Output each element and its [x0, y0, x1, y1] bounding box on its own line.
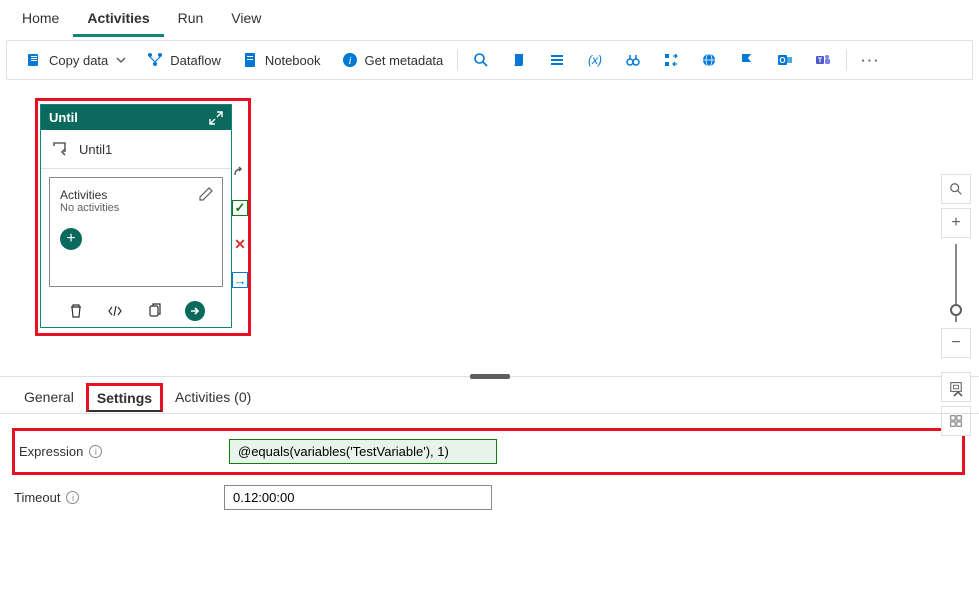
variable-icon: (x): [586, 51, 604, 69]
settings-panel: Expression i Timeout i: [0, 414, 979, 538]
toolbar-separator: [846, 49, 847, 71]
info-circle-icon: i: [341, 51, 359, 69]
pipeline-canvas[interactable]: Until Until1 Activities No activities + …: [0, 82, 979, 377]
activity-name: Until1: [79, 142, 112, 157]
notebook-icon: [241, 51, 259, 69]
web-activity-button[interactable]: [692, 47, 726, 73]
tab-activities-list[interactable]: Activities (0): [163, 381, 263, 413]
failure-handle-icon[interactable]: ✕: [232, 236, 248, 252]
notebook-label: Notebook: [265, 53, 321, 68]
info-icon[interactable]: i: [66, 491, 79, 504]
info-icon[interactable]: i: [89, 445, 102, 458]
connection-handles: ✓ ✕ →: [232, 164, 248, 288]
loop-icon: [51, 140, 69, 158]
activities-sub: No activities: [60, 202, 212, 214]
tab-view[interactable]: View: [217, 4, 275, 37]
activities-container[interactable]: Activities No activities +: [49, 177, 223, 287]
copy-icon[interactable]: [146, 302, 164, 320]
list-activity-button[interactable]: [540, 47, 574, 73]
delete-icon[interactable]: [67, 302, 85, 320]
search-icon: [472, 51, 490, 69]
successencil-handle-icon[interactable]: ✓: [232, 200, 248, 216]
zoom-out-button[interactable]: −: [941, 328, 971, 358]
zoom-slider[interactable]: [955, 244, 957, 322]
get-metadata-button[interactable]: i Get metadata: [333, 47, 452, 73]
search-activity-button[interactable]: [464, 47, 498, 73]
zoom-in-button[interactable]: +: [941, 208, 971, 238]
tab-general[interactable]: General: [12, 381, 86, 413]
script-activity-button[interactable]: [502, 47, 536, 73]
svg-text:i: i: [348, 55, 351, 67]
card-title: Until: [49, 110, 78, 125]
chevron-down-icon: [116, 53, 126, 68]
copy-data-label: Copy data: [49, 53, 108, 68]
teams-icon: T: [814, 51, 832, 69]
variable-activity-button[interactable]: (x): [578, 47, 612, 73]
copy-data-icon: [25, 51, 43, 69]
tab-home[interactable]: Home: [8, 4, 73, 37]
tab-settings[interactable]: Settings: [86, 383, 163, 412]
outlook-icon: O: [776, 51, 794, 69]
top-tab-bar: Home Activities Run View: [0, 0, 979, 38]
toolbar-separator: [457, 49, 458, 71]
run-icon[interactable]: [185, 301, 205, 321]
add-activity-button[interactable]: +: [60, 228, 82, 250]
svg-text:O: O: [780, 56, 786, 65]
svg-text:(x): (x): [588, 53, 602, 67]
timeout-input[interactable]: [224, 485, 492, 510]
teams-activity-button[interactable]: T: [806, 47, 840, 73]
binoculars-icon: [624, 51, 642, 69]
outlook-activity-button[interactable]: O: [768, 47, 802, 73]
expression-row: Expression i: [12, 428, 965, 475]
timeout-label: Timeout i: [14, 490, 224, 505]
list-icon: [548, 51, 566, 69]
dataflow-icon: [146, 51, 164, 69]
dataflow-label: Dataflow: [170, 53, 221, 68]
tab-run[interactable]: Run: [164, 4, 218, 37]
reorder-icon: [662, 51, 680, 69]
card-footer: [41, 295, 231, 327]
activities-toolbar: Copy data Dataflow Notebook i Get metada…: [6, 40, 973, 80]
copy-data-button[interactable]: Copy data: [17, 47, 134, 73]
svg-text:T: T: [818, 58, 823, 65]
edit-icon[interactable]: [198, 186, 214, 202]
card-header[interactable]: Until: [41, 105, 231, 130]
timeout-row: Timeout i: [14, 485, 965, 510]
flag-icon: [738, 51, 756, 69]
lookup-activity-button[interactable]: [616, 47, 650, 73]
collapse-panel-icon[interactable]: [951, 387, 965, 404]
expression-label: Expression i: [19, 444, 229, 459]
globe-icon: [700, 51, 718, 69]
activities-label: Activities: [60, 188, 212, 202]
zoom-slider-thumb[interactable]: [950, 304, 962, 316]
skip-handle-icon[interactable]: [232, 164, 248, 180]
property-panel-tabs: General Settings Activities (0): [0, 377, 979, 414]
notebook-button[interactable]: Notebook: [233, 47, 329, 73]
tab-activities[interactable]: Activities: [73, 4, 163, 37]
expression-input[interactable]: [229, 439, 497, 464]
get-metadata-label: Get metadata: [365, 53, 444, 68]
canvas-search-button[interactable]: [941, 174, 971, 204]
azure-activity-button[interactable]: [730, 47, 764, 73]
expand-icon[interactable]: [209, 111, 223, 125]
completion-handle-icon[interactable]: →: [232, 272, 248, 288]
toolbar-more-button[interactable]: ···: [853, 53, 888, 68]
script-icon: [510, 51, 528, 69]
dataflow-button[interactable]: Dataflow: [138, 47, 229, 73]
reorder-activity-button[interactable]: [654, 47, 688, 73]
until-activity-card[interactable]: Until Until1 Activities No activities +: [40, 104, 232, 328]
card-name-row: Until1: [41, 130, 231, 169]
code-icon[interactable]: [106, 302, 124, 320]
